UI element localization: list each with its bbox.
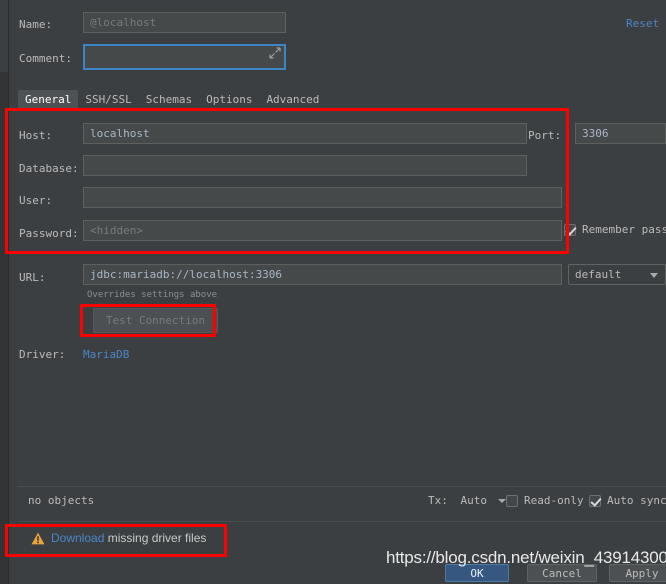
user-input[interactable] bbox=[83, 187, 562, 208]
url-label: URL: bbox=[19, 271, 46, 284]
panel-gutter-notch bbox=[0, 0, 8, 72]
name-input[interactable]: @localhost bbox=[83, 12, 286, 33]
url-override-hint: Overrides settings above bbox=[87, 290, 218, 300]
port-label: Port: bbox=[528, 129, 562, 142]
download-driver-link[interactable]: Download bbox=[51, 531, 104, 545]
database-input[interactable] bbox=[83, 155, 527, 176]
status-bar: no objects Tx: Auto Read-only Auto sync bbox=[18, 486, 666, 515]
read-only-checkbox-box[interactable] bbox=[506, 494, 518, 507]
test-connection-button[interactable]: Test Connection bbox=[93, 308, 218, 333]
expand-diagonal-icon[interactable] bbox=[269, 47, 281, 59]
reset-link[interactable]: Reset bbox=[626, 17, 659, 30]
chevron-down-icon bbox=[497, 499, 506, 503]
url-input[interactable]: jdbc:mariadb://localhost:3306 bbox=[83, 264, 562, 285]
tab-advanced[interactable]: Advanced bbox=[259, 90, 326, 110]
tx-dropdown[interactable]: Tx: Auto bbox=[428, 494, 506, 507]
port-input[interactable]: 3306 bbox=[575, 123, 666, 144]
read-only-checkbox[interactable]: Read-only bbox=[506, 494, 584, 507]
connection-settings-dialog: Reset Name: @localhost Comment: General … bbox=[9, 0, 666, 584]
tab-schemas[interactable]: Schemas bbox=[139, 90, 199, 110]
host-label: Host: bbox=[19, 129, 53, 142]
tx-value: Auto bbox=[460, 494, 488, 507]
objects-status-text: no objects bbox=[28, 494, 95, 507]
driver-label: Driver: bbox=[19, 348, 66, 361]
tx-label: Tx: bbox=[428, 494, 448, 507]
read-only-label: Read-only bbox=[524, 494, 584, 507]
user-label: User: bbox=[19, 194, 53, 207]
driver-value-link[interactable]: MariaDB bbox=[83, 348, 129, 361]
url-mode-value: default bbox=[575, 268, 622, 281]
remember-password-checkbox[interactable]: Remember password bbox=[564, 223, 666, 236]
panel-gutter-strip bbox=[0, 0, 9, 584]
url-mode-dropdown[interactable]: default bbox=[568, 264, 666, 285]
auto-sync-checkbox[interactable]: Auto sync bbox=[589, 494, 666, 507]
tab-options[interactable]: Options bbox=[199, 90, 259, 110]
auto-sync-checkbox-box[interactable] bbox=[589, 494, 601, 507]
remember-password-checkbox-box[interactable] bbox=[564, 223, 576, 236]
driver-warning-message[interactable]: Download missing driver files bbox=[31, 531, 206, 545]
driver-warning-rest: missing driver files bbox=[104, 531, 207, 545]
database-label: Database: bbox=[19, 162, 79, 175]
remember-password-label: Remember password bbox=[582, 223, 666, 236]
settings-tab-bar[interactable]: General SSH/SSL Schemas Options Advanced bbox=[18, 90, 326, 110]
name-label: Name: bbox=[19, 18, 53, 31]
comment-input[interactable] bbox=[83, 44, 286, 70]
tab-general[interactable]: General bbox=[18, 90, 79, 110]
warning-triangle-icon bbox=[31, 532, 45, 544]
auto-sync-label: Auto sync bbox=[607, 494, 666, 507]
watermark-url: https://blog.csdn.net/weixin_43914300 bbox=[386, 548, 666, 567]
driver-warning-text: Download missing driver files bbox=[51, 531, 206, 545]
tab-ssh-ssl[interactable]: SSH/SSL bbox=[78, 90, 138, 110]
host-input[interactable]: localhost bbox=[83, 123, 527, 144]
chevron-down-icon bbox=[650, 272, 658, 278]
password-input[interactable]: <hidden> bbox=[83, 220, 562, 241]
comment-label: Comment: bbox=[19, 52, 72, 65]
password-label: Password: bbox=[19, 227, 79, 240]
